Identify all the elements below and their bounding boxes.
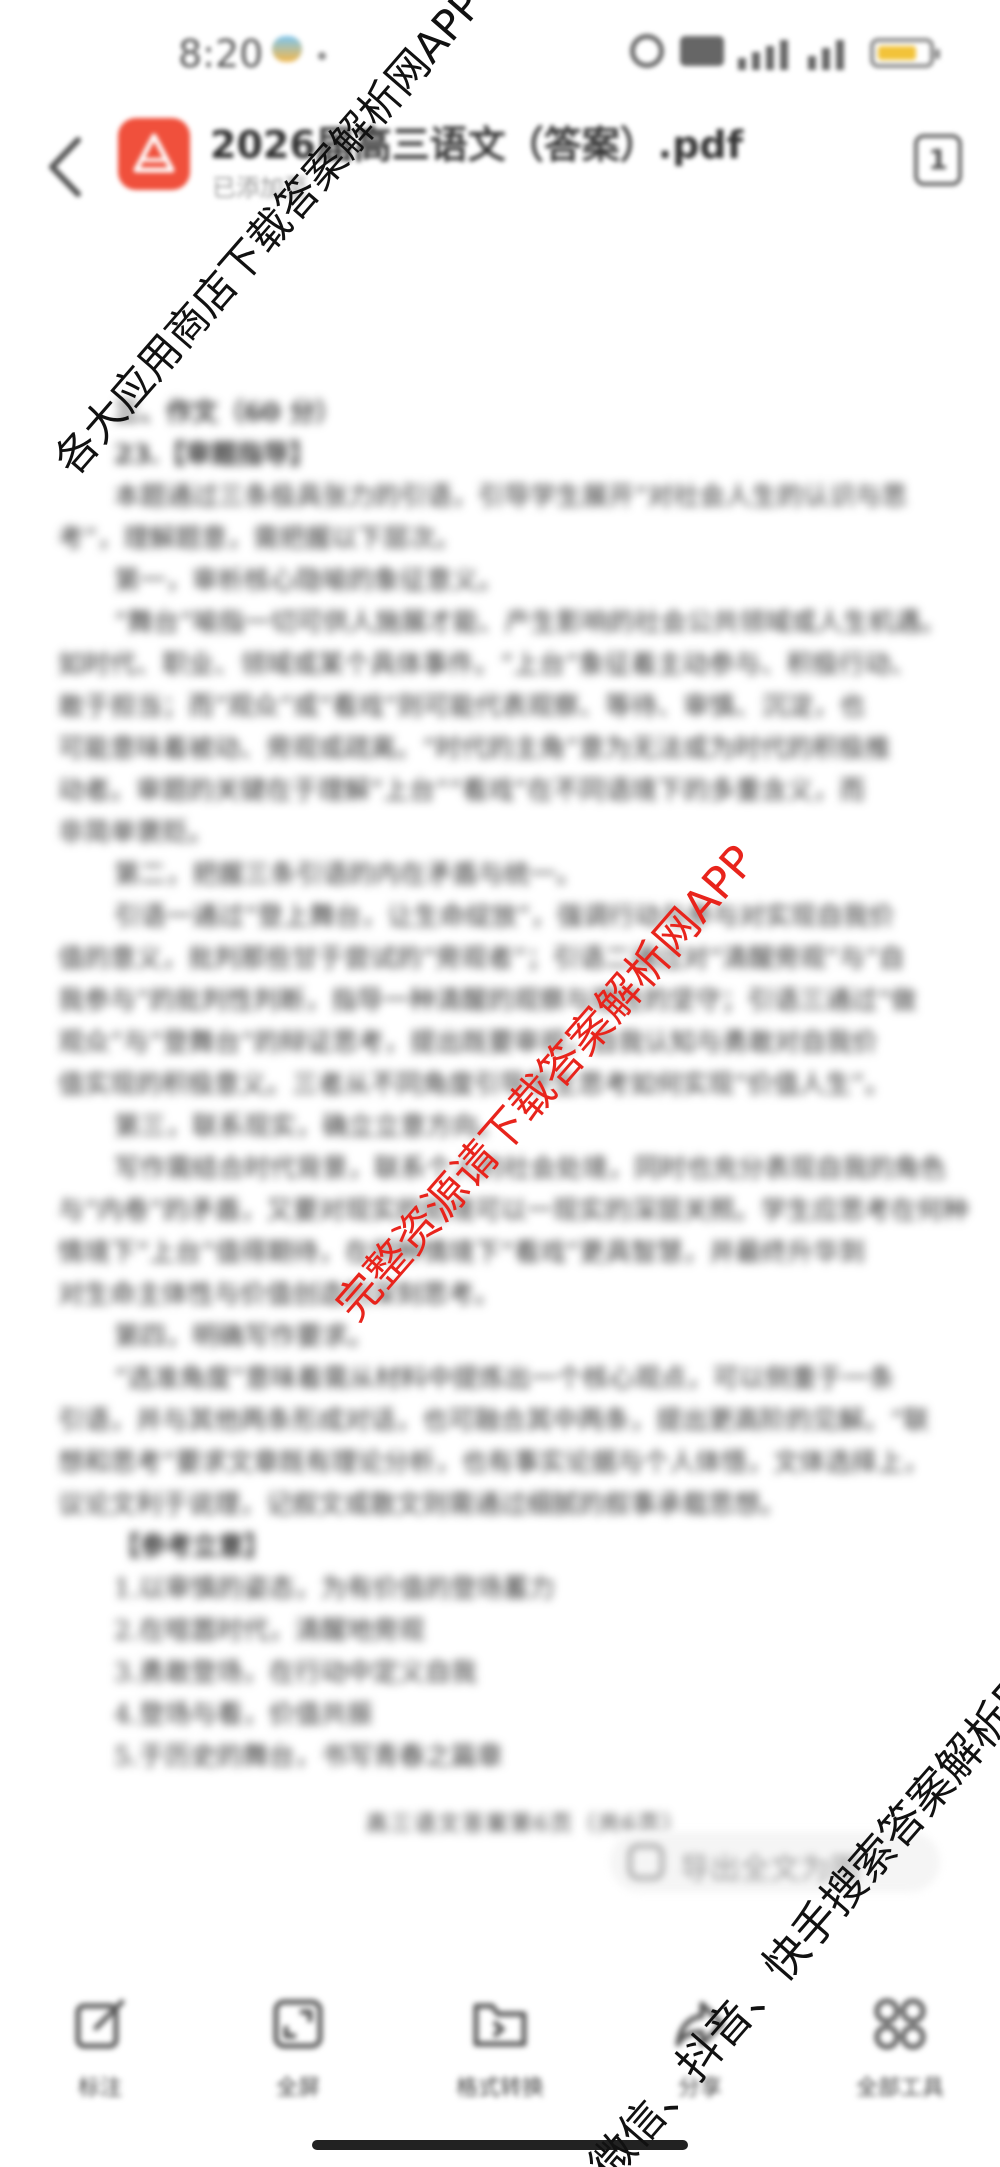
document-line: 引语，并与其他两条形成对话，也可融合其中两条，提出更高阶的见解。“联: [58, 1406, 930, 1436]
signal-icon: [738, 36, 848, 70]
document-line: 非简单褒贬。: [58, 818, 215, 848]
document-line: 对生命主体性与价值创造的深刻思考。: [58, 1280, 501, 1310]
document-line: 情境下“上台”值得期待，在何种情境下“看戏”更具智慧，并最终升华到: [58, 1238, 866, 1268]
notification-dot-icon: [318, 52, 326, 60]
document-line: “选准角度”意味着需从材料中提炼出一个核心观点，可以侧重于一条: [114, 1364, 895, 1394]
document-line: 我参与”的批判性判断，指导一种清醒的观察与理性的坚守；引语三通过“做: [58, 986, 917, 1016]
document-line: 第二，把握三条引语的内在矛盾与统一。: [114, 860, 583, 890]
toolbar-label: 格式转换: [455, 2076, 544, 2101]
back-icon[interactable]: [38, 132, 98, 202]
document-line: 写作需结合时代背景，联系个人的社会处境，同时也充分表现自我的角色: [114, 1154, 947, 1184]
document-line: 动者。审题的关键在于理解“上台”“看戏”在不同语境下的多重含义，而: [58, 776, 866, 806]
edit-icon: [75, 1999, 125, 2049]
document-line: 第一，审析核心隐喻的象征意义。: [114, 566, 505, 596]
toolbar-item-convert[interactable]: 格式转换: [420, 1990, 580, 2110]
document-line: 敢于担当；而“观众”或“看戏”则可能代表观察、等待、审慎、沉淀，也: [58, 692, 866, 722]
grid-tools-icon: [874, 1998, 926, 2050]
battery-icon: [870, 38, 940, 68]
document-line: 23.【审题指导】: [114, 440, 316, 470]
toolbar-label: 标注: [77, 2076, 122, 2101]
app-logo: [118, 118, 190, 190]
fullscreen-icon: [273, 1999, 323, 2049]
document-line: 引语一通过“登上舞台，让生命绽放”，强调行动与参与对实现自我价: [114, 902, 895, 932]
document-line: 本题通过三条极具张力的引语，引导学生展开“对社会人生的认识与思: [114, 482, 908, 512]
document-line: 5.于历史的舞台，书写青春之篇章: [114, 1742, 503, 1772]
toolbar-item-all-tools[interactable]: 全部工具: [820, 1990, 980, 2110]
weather-icon: [272, 36, 302, 62]
document-line: 3.勇敢登场，在行动中定义自我: [114, 1658, 477, 1688]
status-time: 8:20: [178, 32, 264, 76]
document-line: 与“内卷”的矛盾，又要对现实的处境可以一现实的深层关照。学生应思考在何种: [58, 1196, 969, 1226]
document-line: 如时代、职业、领域或某个具体事件。“上台”象征着主动参与、积极行动、: [58, 650, 917, 680]
toolbar-item-fullscreen[interactable]: 全屏: [218, 1990, 378, 2110]
document-line: 第四，明确写作要求。: [114, 1322, 375, 1352]
hd-icon: [680, 36, 724, 66]
toolbar-label: 全部工具: [855, 2076, 944, 2101]
header: 2026届高三语文（答案）.pdf 已添加至 1: [0, 110, 1000, 230]
toolbar-label: 全屏: [275, 2076, 320, 2101]
document-line: 1.以审慎的姿态，为有价值的登场蓄力: [114, 1574, 555, 1604]
document-line: 2.在喧嚣时代，清醒地旁观: [114, 1616, 425, 1646]
document-line: 考”，理解题意，需把握以下层次。: [58, 524, 462, 554]
status-bar: 8:20: [0, 0, 1000, 110]
folder-convert-icon: [473, 2003, 527, 2047]
document-line: 可能意味着被动、旁观或疏离。“时代的主角”意为无法或为时代的积极推: [58, 734, 891, 764]
document-line: “舞台”喻指一切可供人施展才能、产生影响的社会公共领域或人生机遇。: [114, 608, 947, 638]
document-line: 【参考立意】: [114, 1532, 271, 1562]
page-count-button[interactable]: 1: [914, 134, 962, 186]
document-line: 值的意义，批判那些甘于尝试的“旁观者”；引语二通过对“清醒旁观”与“自: [58, 944, 905, 974]
alarm-icon: [630, 34, 664, 68]
status-icons: [580, 32, 1000, 82]
document-line: 4.登场与看，价值共振: [114, 1700, 373, 1730]
toolbar-item-annotate[interactable]: 标注: [20, 1990, 180, 2110]
document-line: 三、作文（60 分）: [114, 398, 342, 428]
document-line: 议论文利于说理，记叙文或散文则需通过细腻的叙事承载思想。: [58, 1490, 787, 1520]
bottom-toolbar: 标注 全屏 格式转换 分享 全部工具: [0, 1990, 1000, 2110]
export-icon: [628, 1844, 664, 1880]
document-line: 想和思考”要求文章既有理论分析，也有事实论据与个人体悟，文体选择上，: [58, 1448, 930, 1478]
pdf-app-icon: [133, 133, 175, 173]
